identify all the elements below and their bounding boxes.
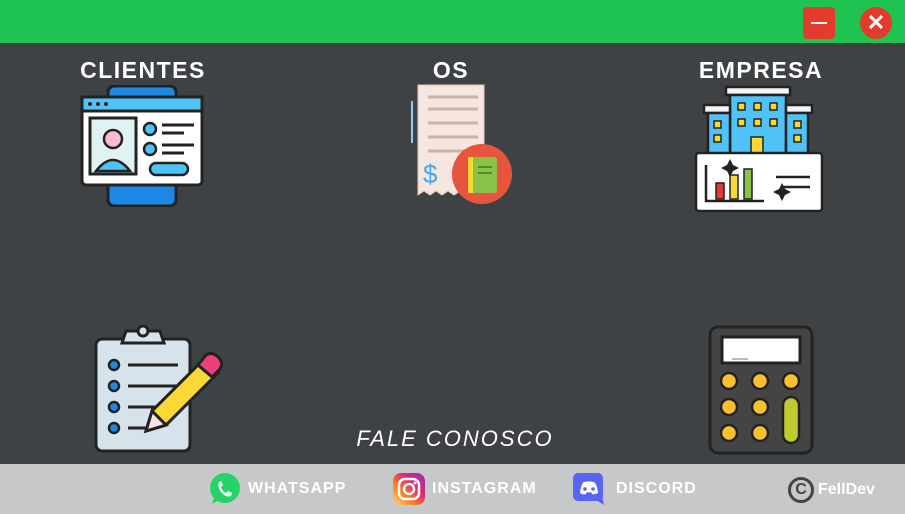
copyright-icon: C xyxy=(788,477,814,503)
calculator-icon[interactable] xyxy=(708,325,814,455)
clipboard-pencil-icon[interactable] xyxy=(94,325,226,455)
close-button[interactable]: ✕ xyxy=(860,7,892,39)
receipt-icon[interactable]: $ xyxy=(408,83,516,205)
whatsapp-icon xyxy=(210,473,240,504)
contact-title: FALE CONOSCO xyxy=(356,426,554,451)
main-panel: CLIENTES OS $ EMPRESA FALE CONOSCO xyxy=(0,43,905,464)
discord-link[interactable]: DISCORD xyxy=(572,472,697,506)
discord-label: DISCORD xyxy=(616,480,697,497)
instagram-icon xyxy=(393,473,425,505)
instagram-label: INSTAGRAM xyxy=(432,480,537,497)
id-card-icon[interactable] xyxy=(80,85,204,207)
svg-text:$: $ xyxy=(423,159,438,189)
whatsapp-link[interactable]: WHATSAPP xyxy=(208,472,346,506)
whatsapp-label: WHATSAPP xyxy=(248,480,347,497)
instagram-link[interactable]: INSTAGRAM xyxy=(392,472,537,506)
title-bar: ✕ xyxy=(0,0,905,43)
footer-bar: WHATSAPP INSTAGRAM DISCORD C FellDev xyxy=(0,464,905,514)
brand-label: FellDev xyxy=(818,481,875,498)
os-label: OS xyxy=(432,57,470,83)
minimize-button[interactable] xyxy=(803,7,835,39)
empresa-label: EMPRESA xyxy=(698,57,824,83)
brand: C FellDev xyxy=(788,473,875,507)
close-icon: ✕ xyxy=(866,10,886,35)
clientes-label: CLIENTES xyxy=(80,57,206,83)
discord-icon xyxy=(573,473,604,505)
company-building-icon[interactable] xyxy=(694,85,824,213)
